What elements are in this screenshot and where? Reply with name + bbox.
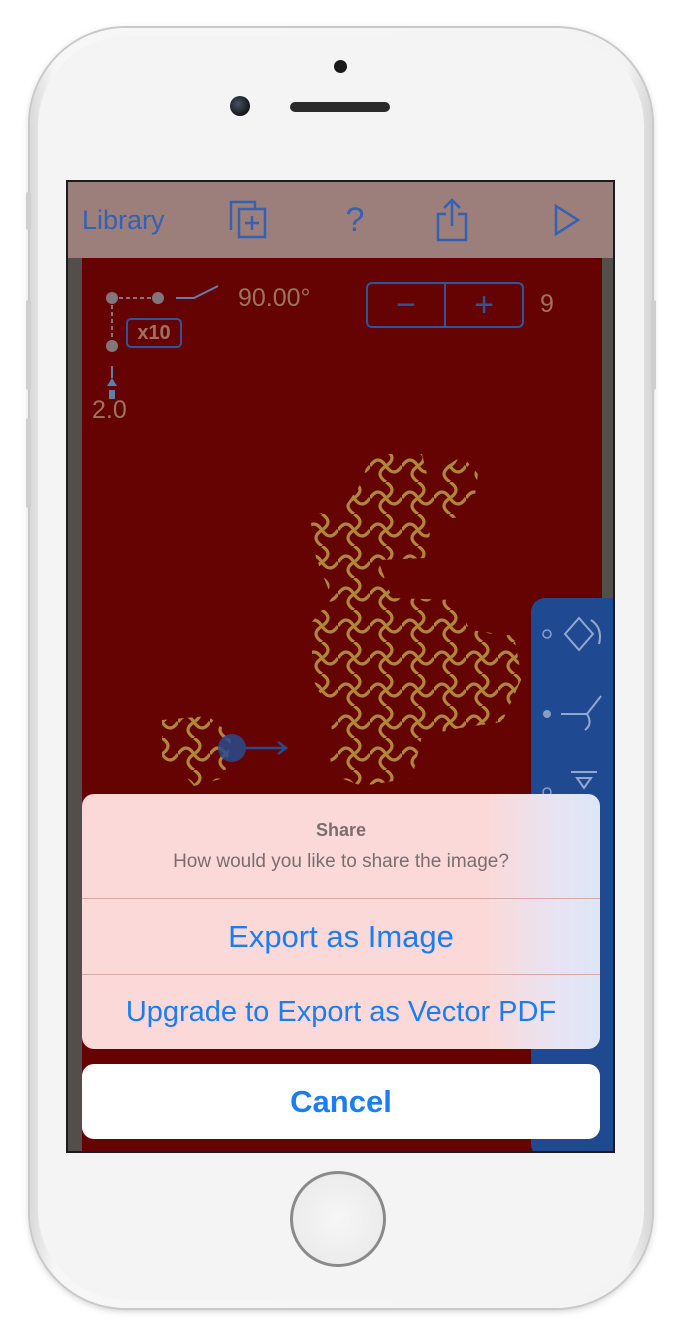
- earpiece-speaker: [290, 102, 390, 112]
- export-vector-pdf-button[interactable]: Upgrade to Export as Vector PDF: [82, 975, 600, 1049]
- volume-down-button: [26, 418, 31, 508]
- home-button[interactable]: [290, 1171, 386, 1267]
- action-sheet-title: Share: [315, 819, 367, 840]
- cancel-button[interactable]: Cancel: [82, 1064, 600, 1139]
- export-image-button[interactable]: Export as Image: [82, 899, 600, 975]
- proximity-sensor: [334, 60, 347, 73]
- app-screen: Library ? 90.00° x10 2.0 − + 9 Share How…: [66, 180, 615, 1153]
- action-sheet-header: Share How would you like to share the im…: [82, 794, 600, 899]
- mute-switch: [26, 192, 31, 230]
- volume-up-button: [26, 300, 31, 390]
- front-camera: [230, 96, 250, 116]
- share-action-sheet: Share How would you like to share the im…: [82, 794, 600, 1049]
- power-button: [651, 300, 656, 390]
- action-sheet-message: How would you like to share the image?: [173, 850, 509, 872]
